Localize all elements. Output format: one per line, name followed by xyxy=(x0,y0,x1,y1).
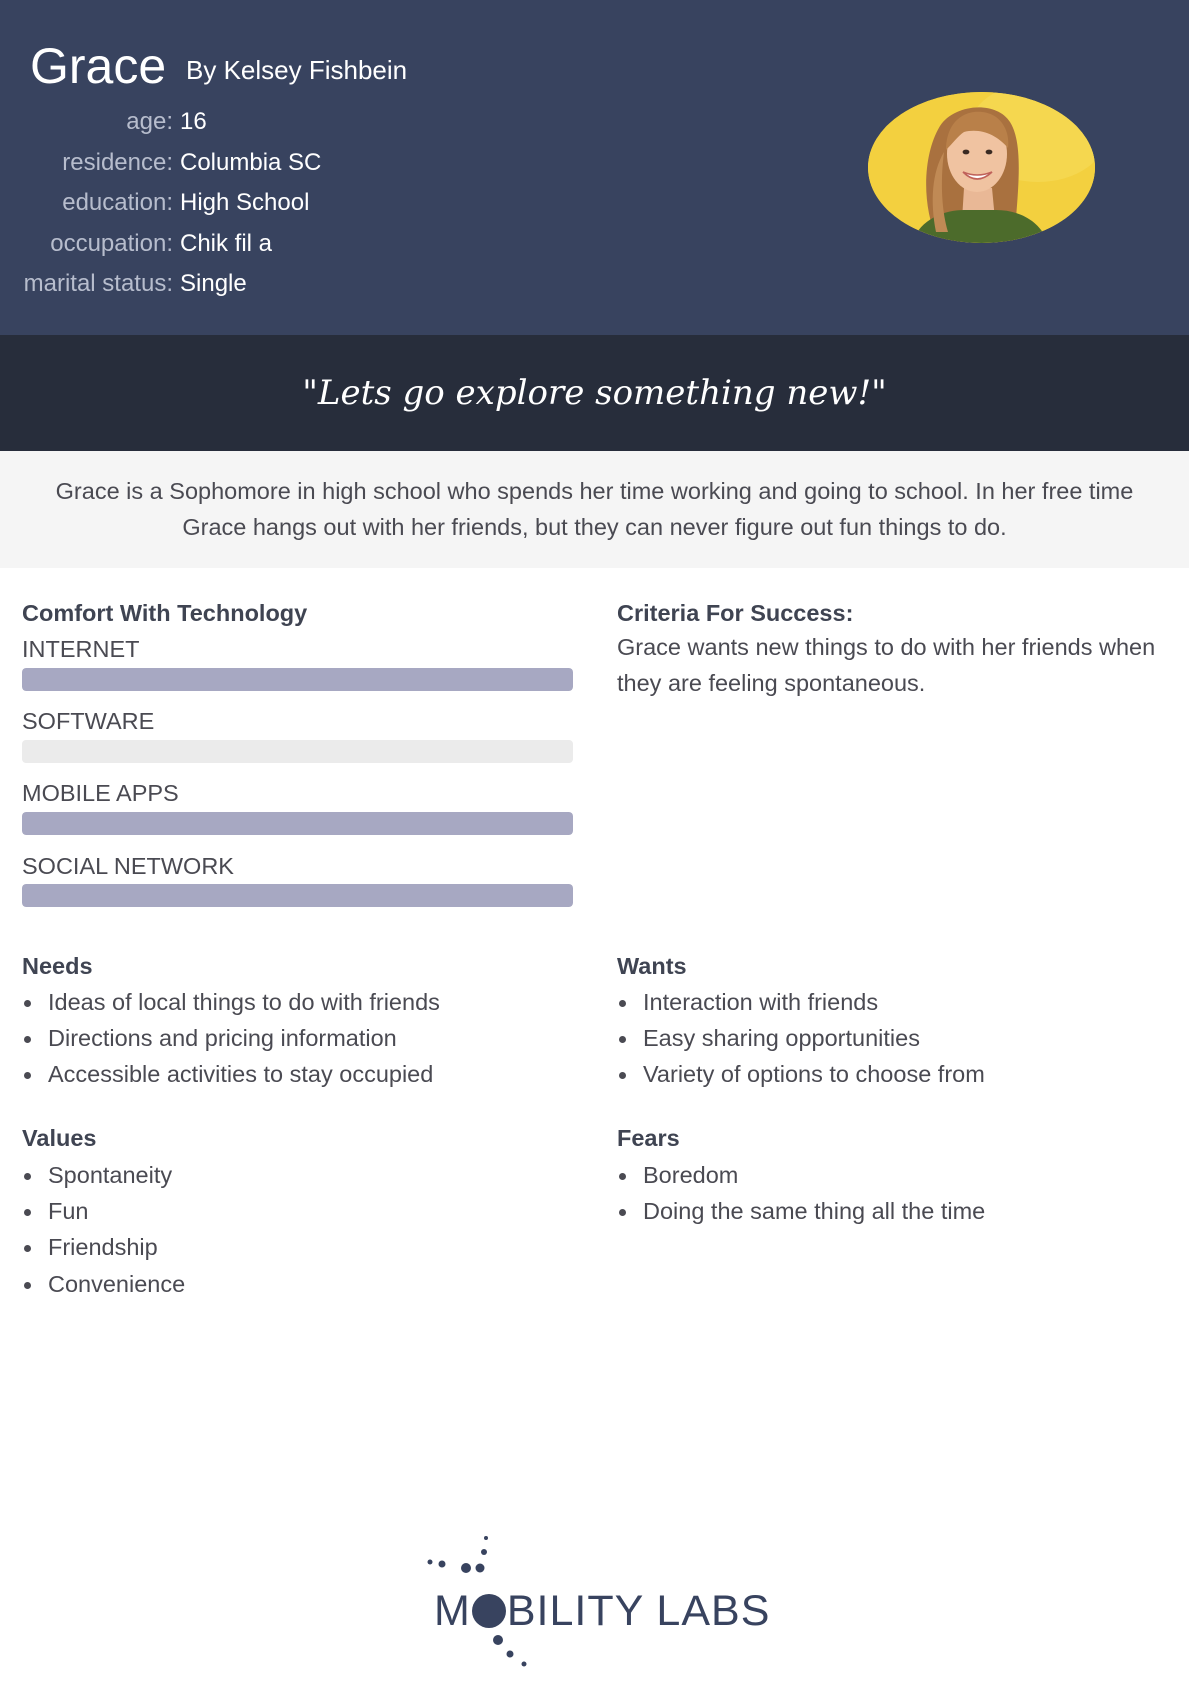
fact-label: marital status: xyxy=(23,270,173,297)
logo-text-m: M xyxy=(434,1587,471,1635)
fact-label: occupation: xyxy=(50,229,173,257)
list-item: Boredom xyxy=(617,1157,985,1193)
tech-bar-software xyxy=(22,740,573,763)
logo-wordmark: M BILITY LABS xyxy=(434,1586,770,1636)
tech-bar-mobile-apps xyxy=(22,812,573,835)
fact-value: 16 xyxy=(180,108,207,135)
needs-list: Ideas of local things to do with friends… xyxy=(22,984,440,1093)
list-item: Ideas of local things to do with friends xyxy=(22,984,440,1020)
bio-band: Grace is a Sophomore in high school who … xyxy=(0,451,1189,568)
persona-bio: Grace is a Sophomore in high school who … xyxy=(55,478,1134,540)
fears-list: Boredom Doing the same thing all the tim… xyxy=(617,1157,985,1229)
list-item: Accessible activities to stay occupied xyxy=(22,1056,440,1092)
tech-bar-fill xyxy=(22,884,573,907)
list-item: Variety of options to choose from xyxy=(617,1056,985,1092)
quote-band: "Lets go explore something new!" xyxy=(0,335,1189,451)
fact-label: residence: xyxy=(62,148,173,176)
list-item: Spontaneity xyxy=(22,1157,185,1193)
fact-value: Columbia SC xyxy=(180,148,322,176)
fact-value: Single xyxy=(180,270,247,297)
fact-value: Chik fil a xyxy=(180,229,273,257)
fears-title: Fears xyxy=(617,1125,680,1151)
fact-label: education: xyxy=(62,189,173,216)
tech-bar-social-network xyxy=(22,884,573,907)
persona-name: Grace xyxy=(30,38,167,94)
list-item: Easy sharing opportunities xyxy=(617,1020,985,1056)
fact-label: age: xyxy=(126,108,173,135)
persona-quote: "Lets go explore something new!" xyxy=(302,373,887,413)
criteria-title: Criteria For Success: xyxy=(617,600,854,626)
tech-bar-fill xyxy=(22,668,573,691)
persona-photo xyxy=(868,92,1095,243)
tech-title: Comfort With Technology xyxy=(22,600,308,626)
tech-bar-fill xyxy=(22,812,573,835)
tech-bar-internet xyxy=(22,668,573,691)
persona-author: By Kelsey Fishbein xyxy=(186,55,408,85)
list-item: Fun xyxy=(22,1193,185,1229)
wants-list: Interaction with friends Easy sharing op… xyxy=(617,984,985,1093)
list-item: Friendship xyxy=(22,1229,185,1265)
needs-title: Needs xyxy=(22,953,93,979)
list-item: Doing the same thing all the time xyxy=(617,1193,985,1229)
tech-label-mobile-apps: MOBILE APPS xyxy=(22,780,179,806)
criteria-text: Grace wants new things to do with her fr… xyxy=(617,634,1156,696)
logo-o-dot-icon xyxy=(471,1594,506,1628)
logo-text-rest: BILITY LABS xyxy=(506,1587,771,1635)
tech-label-social-network: SOCIAL NETWORK xyxy=(22,853,234,879)
wants-title: Wants xyxy=(617,953,687,979)
tech-label-internet: INTERNET xyxy=(22,636,140,662)
portrait-illustration xyxy=(868,92,1095,243)
values-list: Spontaneity Fun Friendship Convenience xyxy=(22,1157,185,1302)
persona-header: Grace By Kelsey Fishbein age: 16 residen… xyxy=(0,0,1189,335)
tech-label-software: SOFTWARE xyxy=(22,708,155,734)
list-item: Convenience xyxy=(22,1266,185,1302)
list-item: Interaction with friends xyxy=(617,984,985,1020)
values-title: Values xyxy=(22,1125,97,1151)
mobility-labs-logo: M BILITY LABS xyxy=(420,1532,780,1672)
fact-value: High School xyxy=(180,189,310,216)
list-item: Directions and pricing information xyxy=(22,1020,440,1056)
